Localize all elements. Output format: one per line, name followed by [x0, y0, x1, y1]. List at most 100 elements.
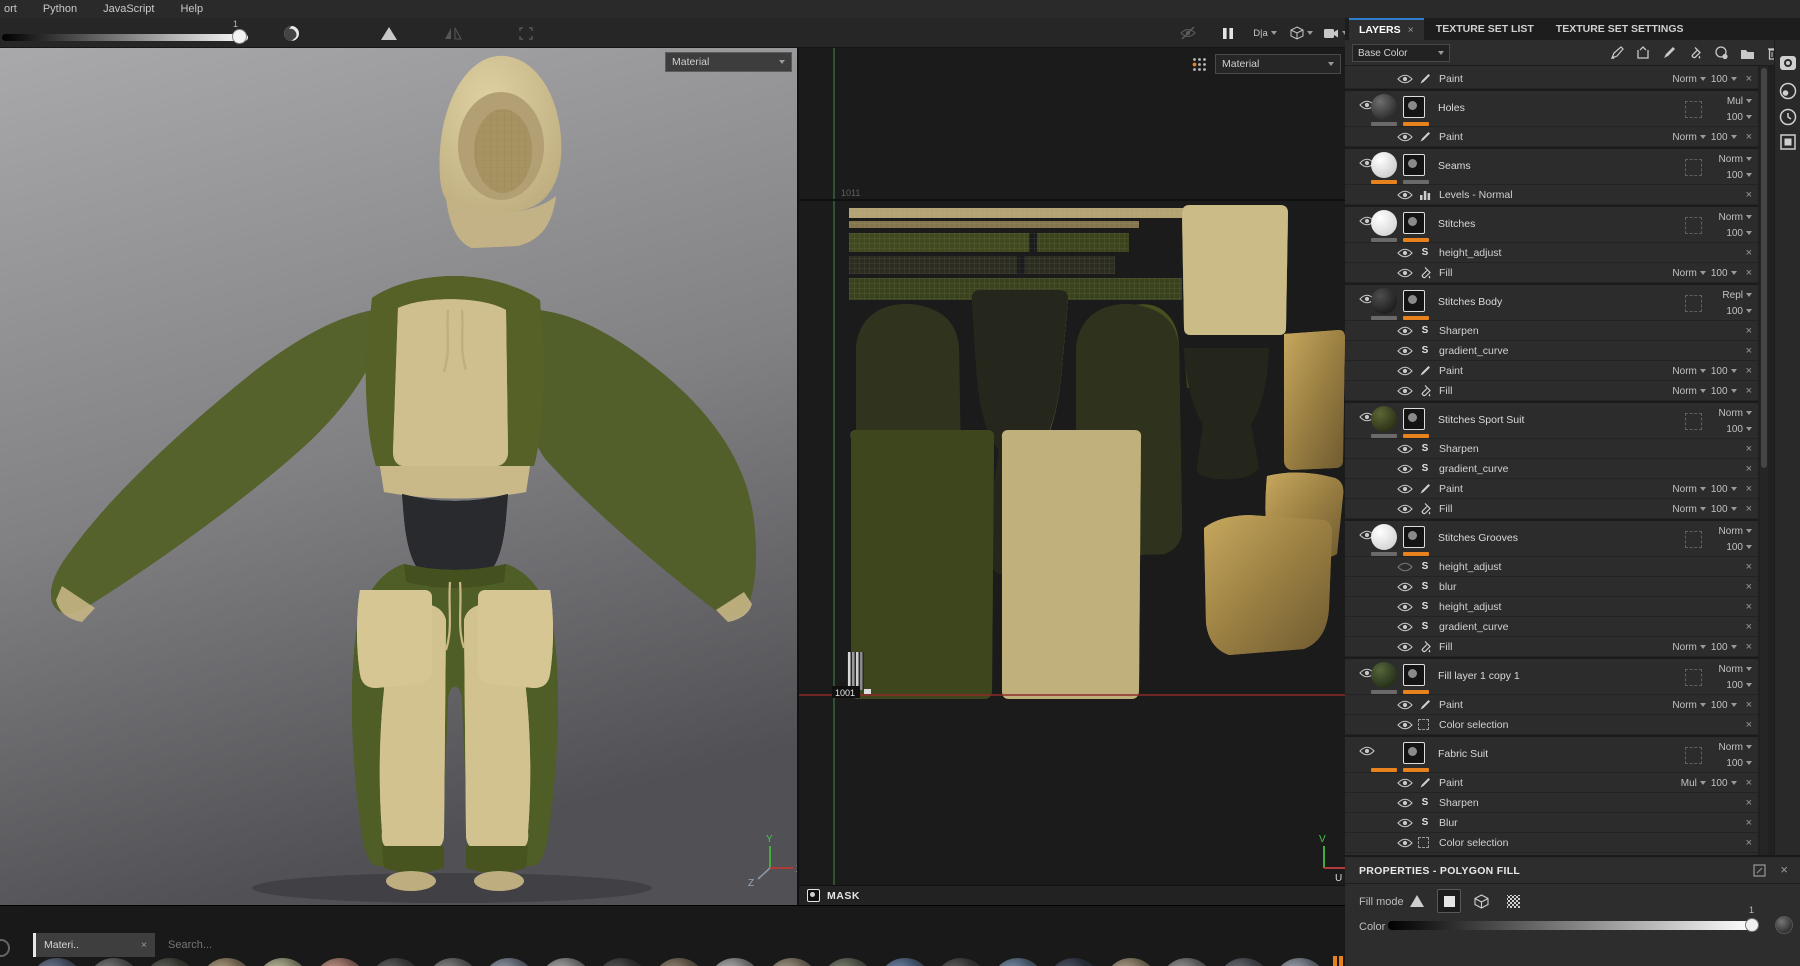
mask-thumbnail[interactable]: [1403, 290, 1425, 312]
material-sphere[interactable]: [1273, 958, 1327, 966]
layer-thumbnail[interactable]: [1371, 94, 1397, 120]
fill-mode-triangle-button[interactable]: [1405, 889, 1429, 913]
lazy-mouse-icon[interactable]: [516, 24, 536, 42]
opacity-dropdown[interactable]: 100: [1726, 680, 1752, 691]
layer-group-row[interactable]: Stitches BodyRepl100: [1345, 283, 1758, 321]
material-sphere[interactable]: [256, 958, 310, 966]
layer-group-row[interactable]: Stitches Sport SuitNorm100: [1345, 401, 1758, 439]
layer-effect-row[interactable]: Color selection×: [1345, 833, 1758, 853]
layer-effect-row[interactable]: PaintMul100×: [1345, 773, 1758, 793]
mask-thumbnail[interactable]: [1403, 408, 1425, 430]
layer-effect-row[interactable]: PaintNorm100×: [1345, 69, 1758, 89]
material-slot-icon[interactable]: [1685, 531, 1702, 548]
menu-item-python[interactable]: Python: [43, 3, 77, 15]
material-slot-icon[interactable]: [1685, 747, 1702, 764]
material-sphere[interactable]: [652, 958, 706, 966]
material-sphere[interactable]: [482, 958, 536, 966]
symmetry-icon[interactable]: [443, 24, 463, 42]
pause-icon[interactable]: [1218, 24, 1238, 42]
layer-group-row[interactable]: SeamsNorm100: [1345, 147, 1758, 185]
remove-effect-icon[interactable]: ×: [1746, 561, 1752, 573]
material-sphere[interactable]: [426, 958, 480, 966]
fill-layer-icon[interactable]: [1686, 45, 1704, 61]
opacity-dropdown[interactable]: 100: [1711, 778, 1737, 789]
viewport-2d-uv[interactable]: 1011: [797, 48, 1345, 905]
opacity-dropdown[interactable]: 100: [1711, 504, 1737, 515]
material-sphere[interactable]: [595, 958, 649, 966]
mask-thumbnail[interactable]: [1403, 664, 1425, 686]
menu-item-help[interactable]: Help: [180, 3, 203, 15]
shader-mode-dropdown-2d[interactable]: Material: [1215, 54, 1341, 74]
material-sphere[interactable]: [765, 958, 819, 966]
material-slot-icon[interactable]: [1685, 413, 1702, 430]
material-sphere[interactable]: [200, 958, 254, 966]
color-gradient-slider[interactable]: [1388, 921, 1752, 930]
layer-effect-row[interactable]: Sheight_adjust×: [1345, 597, 1758, 617]
blend-mode-dropdown[interactable]: Norm: [1719, 408, 1752, 419]
brush-size-slider-knob[interactable]: [232, 29, 247, 44]
brush-size-slider[interactable]: [2, 34, 248, 41]
opacity-dropdown[interactable]: 100: [1711, 268, 1737, 279]
material-sphere[interactable]: [934, 958, 988, 966]
remove-effect-icon[interactable]: ×: [1746, 73, 1752, 85]
material-sphere[interactable]: [708, 958, 762, 966]
layer-effect-row[interactable]: SBlur×: [1345, 813, 1758, 833]
viewport-3d[interactable]: Y X Z Material: [0, 48, 797, 905]
shader-ball-icon[interactable]: [1779, 82, 1797, 100]
alpha-triangle-icon[interactable]: [379, 24, 399, 42]
opacity-dropdown[interactable]: 100: [1711, 132, 1737, 143]
opacity-dropdown[interactable]: 100: [1711, 74, 1737, 85]
layer-effect-row[interactable]: SSharpen×: [1345, 793, 1758, 813]
layer-effect-row[interactable]: Levels - Normal×: [1345, 185, 1758, 205]
shader-mode-dropdown-3d[interactable]: Material: [665, 52, 792, 72]
fill-mode-uv-chunk-button[interactable]: [1501, 889, 1525, 913]
blend-mode-dropdown[interactable]: Norm: [1672, 74, 1705, 85]
opacity-dropdown[interactable]: 100: [1711, 484, 1737, 495]
remove-effect-icon[interactable]: ×: [1746, 483, 1752, 495]
layer-group-row[interactable]: Stitches GroovesNorm100: [1345, 519, 1758, 557]
layer-effect-row[interactable]: SSharpen×: [1345, 321, 1758, 341]
opacity-dropdown[interactable]: 100: [1726, 758, 1752, 769]
layer-effect-row[interactable]: PaintNorm100×: [1345, 361, 1758, 381]
material-sphere[interactable]: [1047, 958, 1101, 966]
group-folder-icon[interactable]: [1738, 45, 1756, 61]
layer-group-row[interactable]: HolesMul100: [1345, 89, 1758, 127]
texture-set-panel-icon[interactable]: [1779, 133, 1797, 151]
tab-close-icon[interactable]: ×: [1408, 24, 1414, 36]
history-clock-icon[interactable]: [1779, 108, 1797, 126]
layers-scrollbar[interactable]: [1760, 66, 1768, 855]
opacity-dropdown[interactable]: 100: [1711, 386, 1737, 397]
material-sphere[interactable]: [878, 958, 932, 966]
material-sphere[interactable]: [369, 958, 423, 966]
remove-effect-icon[interactable]: ×: [1746, 325, 1752, 337]
layer-effect-row[interactable]: FillNorm100×: [1345, 381, 1758, 401]
display-settings-icon[interactable]: [1779, 54, 1797, 72]
layer-effect-row[interactable]: SSharpen×: [1345, 439, 1758, 459]
remove-effect-icon[interactable]: ×: [1746, 719, 1752, 731]
blend-mode-dropdown[interactable]: Norm: [1672, 642, 1705, 653]
layer-effect-row[interactable]: PaintNorm100×: [1345, 479, 1758, 499]
fill-mode-quad-button[interactable]: [1437, 889, 1461, 913]
material-sphere[interactable]: [30, 958, 84, 966]
material-sphere[interactable]: [1160, 958, 1214, 966]
opacity-dropdown[interactable]: 100: [1711, 366, 1737, 377]
remove-effect-icon[interactable]: ×: [1746, 463, 1752, 475]
opacity-dropdown[interactable]: 100: [1711, 642, 1737, 653]
layer-thumbnail[interactable]: [1371, 288, 1397, 314]
remove-effect-icon[interactable]: ×: [1746, 365, 1752, 377]
blend-mode-dropdown[interactable]: Norm: [1719, 664, 1752, 675]
mask-thumbnail[interactable]: [1403, 154, 1425, 176]
remove-effect-icon[interactable]: ×: [1746, 189, 1752, 201]
blend-mode-dropdown[interactable]: Norm: [1672, 386, 1705, 397]
remove-effect-icon[interactable]: ×: [1746, 621, 1752, 633]
layer-group-row[interactable]: Fabric SuitNorm100: [1345, 735, 1758, 773]
pen-tool-icon[interactable]: [1608, 45, 1626, 61]
material-slot-icon[interactable]: [1685, 669, 1702, 686]
remove-effect-icon[interactable]: ×: [1746, 699, 1752, 711]
opacity-dropdown[interactable]: 100: [1726, 170, 1752, 181]
channels-grid-icon[interactable]: [1192, 57, 1207, 75]
layer-effect-row[interactable]: PaintNorm100×: [1345, 695, 1758, 715]
color-picker-ball[interactable]: [1775, 916, 1793, 934]
blend-mode-dropdown[interactable]: Mul: [1727, 96, 1752, 107]
blend-mode-dropdown[interactable]: Norm: [1672, 268, 1705, 279]
